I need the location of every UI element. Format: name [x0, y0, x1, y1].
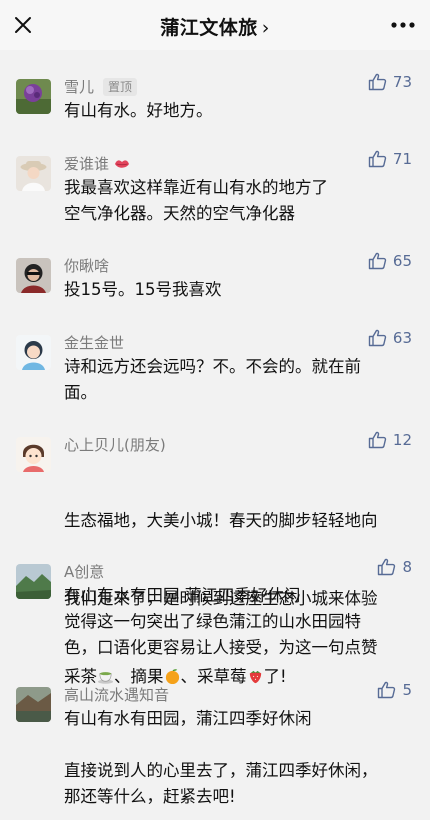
- pinned-badge: 置顶: [103, 77, 138, 96]
- thumbs-up-icon: [368, 329, 387, 347]
- avatar[interactable]: [16, 437, 51, 472]
- comment-text-line: 生态福地，大美小城！春天的脚步轻轻地向: [64, 511, 378, 530]
- text-part: 了!: [263, 667, 287, 686]
- comment-text: 有山有水。好地方。: [64, 101, 213, 120]
- commenter-name: 你瞅啥: [64, 257, 110, 275]
- avatar[interactable]: [16, 335, 51, 370]
- tangerine-icon: [165, 669, 179, 685]
- avatar[interactable]: [16, 564, 51, 599]
- like-count: 71: [392, 150, 412, 168]
- thumbs-up-icon: [368, 252, 387, 270]
- commenter-name: A创意: [64, 563, 105, 581]
- like-button[interactable]: 71: [368, 150, 412, 168]
- thumbs-up-icon: [368, 431, 387, 449]
- avatar[interactable]: [16, 156, 51, 191]
- like-count: 73: [392, 73, 412, 91]
- comment-text: 诗和远方还会远吗？不。不会的。就在前 面。: [64, 357, 361, 402]
- page-title-text: 蒲江文体旅: [160, 17, 258, 39]
- like-button[interactable]: 12: [368, 431, 412, 449]
- avatar[interactable]: [16, 79, 51, 114]
- commenter-name: 金生金世: [64, 334, 125, 352]
- avatar[interactable]: [16, 687, 51, 722]
- like-button[interactable]: 73: [368, 73, 412, 91]
- comment-list[interactable]: 雪儿 置顶 73 有山有水。好地方。 爱谁谁 71 我最喜欢这样靠近有山有水的地…: [0, 50, 430, 820]
- comment-text: 投15号。15号我喜欢: [64, 280, 222, 299]
- thumbs-up-icon: [378, 681, 396, 699]
- commenter-name: 心上贝儿(朋友): [64, 436, 166, 454]
- page-title[interactable]: 蒲江文体旅 ›: [0, 13, 430, 40]
- like-button[interactable]: 65: [368, 252, 412, 270]
- commenter-name: 高山流水遇知音: [64, 686, 170, 704]
- top-bar: 蒲江文体旅 ›: [0, 0, 430, 50]
- more-button[interactable]: [388, 12, 418, 38]
- thumbs-up-icon: [368, 150, 387, 168]
- strawberry-icon: [249, 670, 261, 684]
- tea-cup-icon: [97, 672, 114, 684]
- like-count: 12: [392, 431, 412, 449]
- more-dots-icon: [391, 22, 415, 28]
- like-count: 65: [392, 252, 412, 270]
- thumbs-up-icon: [378, 558, 396, 576]
- like-count: 5: [402, 681, 412, 699]
- avatar[interactable]: [16, 258, 51, 293]
- text-part: 、采草莓: [180, 667, 247, 686]
- commenter-name: 爱谁谁: [64, 155, 110, 173]
- comment-text: 我最喜欢这样靠近有山有水的地方了 空气净化器。天然的空气净化器: [64, 178, 328, 223]
- comment-text: 有山有水有田园，蒲江四季好休闲 直接说到人的心里去了，蒲江四季好休闲， 那还等什…: [64, 709, 378, 806]
- chevron-right-icon: ›: [261, 17, 270, 39]
- like-button[interactable]: 8: [377, 558, 412, 576]
- like-count: 63: [392, 329, 412, 347]
- like-count: 8: [402, 558, 412, 576]
- comment-text: 有山有水有田园 蒲江四季好休闲 觉得这一句突出了绿色蒲江的山水田园特 色，口语化…: [64, 586, 378, 657]
- thumbs-up-icon: [368, 73, 387, 91]
- commenter-name: 雪儿: [64, 78, 95, 96]
- like-button[interactable]: 63: [368, 329, 412, 347]
- red-lips-icon: [115, 159, 130, 168]
- like-button[interactable]: 5: [377, 681, 412, 699]
